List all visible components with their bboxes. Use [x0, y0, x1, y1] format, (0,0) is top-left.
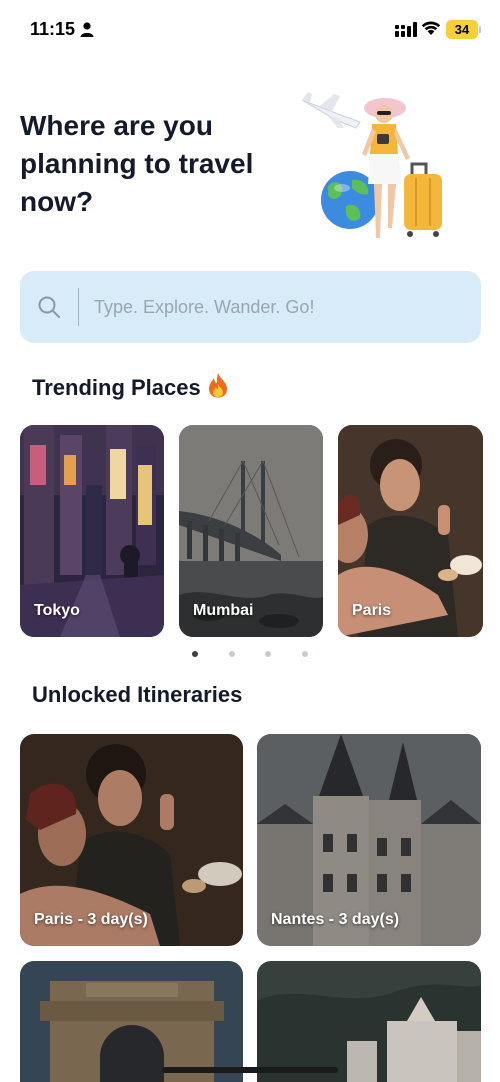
status-time: 11:15	[30, 19, 76, 39]
fire-icon	[207, 372, 229, 404]
trending-card-tokyo[interactable]: Tokyo	[20, 425, 164, 637]
battery-indicator: 34	[446, 20, 478, 39]
trending-card-label: Tokyo	[34, 602, 80, 619]
suitcase-icon	[404, 162, 442, 237]
itinerary-card-label: Nantes - 3 day(s)	[271, 911, 400, 928]
pagination-dot[interactable]	[302, 651, 308, 657]
trending-card-paris[interactable]: Paris	[338, 425, 483, 637]
pagination-dot[interactable]	[229, 651, 235, 657]
itineraries-section-title: Unlocked Itineraries	[32, 682, 243, 707]
person-icon	[80, 22, 94, 42]
home-indicator[interactable]	[162, 1067, 338, 1073]
wifi-icon	[421, 20, 441, 41]
status-bar: 11:15 34	[0, 0, 500, 60]
cellular-signal-icon	[395, 22, 417, 42]
itinerary-card-nantes[interactable]: Nantes - 3 day(s)	[257, 734, 481, 946]
pagination-dot-active[interactable]	[192, 651, 198, 657]
trending-card-label: Mumbai	[193, 602, 254, 619]
trending-section-title: Trending Places	[32, 372, 229, 404]
traveler-illustration	[298, 88, 468, 248]
search-input[interactable]	[94, 285, 464, 329]
airplane-icon	[301, 92, 361, 129]
search-icon	[37, 295, 61, 324]
itinerary-card-india-gate[interactable]	[20, 961, 243, 1082]
pagination-dot[interactable]	[265, 651, 271, 657]
search-divider	[78, 288, 79, 326]
trending-title-text: Trending Places	[32, 375, 201, 400]
trending-card-mumbai[interactable]: Mumbai	[179, 425, 323, 637]
itinerary-card-temple[interactable]	[257, 961, 481, 1082]
itinerary-card-label: Paris - 3 day(s)	[34, 911, 148, 928]
battery-cap	[479, 26, 481, 33]
itinerary-card-paris[interactable]: Paris - 3 day(s)	[20, 734, 243, 946]
page-headline: Where are you planning to travel now?	[20, 110, 254, 217]
search-bar[interactable]	[20, 271, 481, 343]
trending-pagination	[0, 651, 500, 659]
trending-card-label: Paris	[352, 602, 392, 619]
